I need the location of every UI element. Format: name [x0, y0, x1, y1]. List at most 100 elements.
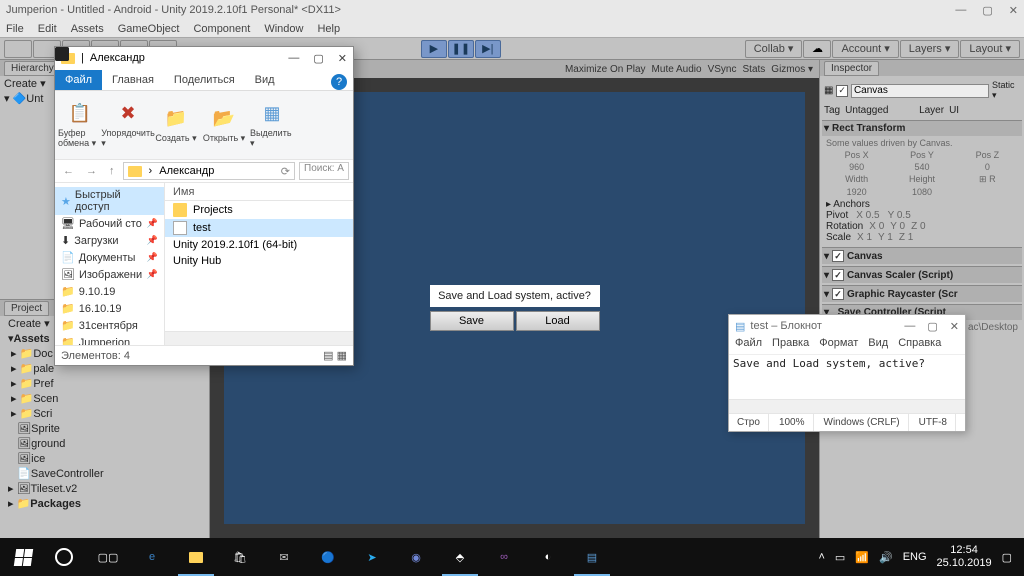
- minimize-icon[interactable]: —: [288, 52, 299, 65]
- minimize-icon[interactable]: —: [904, 320, 915, 333]
- minimize-icon[interactable]: —: [955, 4, 966, 17]
- hierarchy-create[interactable]: Create ▾: [4, 77, 46, 90]
- column-name[interactable]: Имя: [173, 186, 194, 198]
- sidebar-item[interactable]: 📁9.10.19: [55, 283, 164, 300]
- tray-chevron-icon[interactable]: ˄: [818, 551, 824, 563]
- sidebar-item[interactable]: ★Быстрый доступ: [55, 187, 164, 215]
- menu-file[interactable]: File: [6, 20, 24, 37]
- save-button[interactable]: Save: [430, 311, 514, 331]
- app-unity[interactable]: ⬘: [438, 538, 482, 576]
- sidebar-item[interactable]: 📁31сентября: [55, 317, 164, 334]
- wifi-icon[interactable]: 📶: [855, 551, 869, 564]
- project-item[interactable]: ice: [31, 453, 45, 465]
- notepad-titlebar[interactable]: ▤test – Блокнот —▢✕: [729, 315, 965, 337]
- assets-folder[interactable]: Assets: [14, 333, 50, 345]
- sidebar-item[interactable]: 📁Jumperion: [55, 334, 164, 345]
- tab-view[interactable]: Вид: [245, 70, 285, 90]
- menu-window[interactable]: Window: [264, 20, 303, 37]
- menu-edit[interactable]: Edit: [38, 20, 57, 37]
- project-item[interactable]: SaveController: [31, 468, 104, 480]
- sidebar-item[interactable]: 🖥Рабочий сто📌: [55, 215, 164, 232]
- close-icon[interactable]: ✕: [338, 52, 347, 65]
- search-icon[interactable]: [42, 538, 86, 576]
- rect-transform-title[interactable]: Rect Transform: [832, 123, 905, 134]
- project-item[interactable]: Doc: [33, 348, 53, 360]
- step-button[interactable]: ▶|: [475, 40, 501, 58]
- ribbon-button[interactable]: ✖Упорядочить ▾: [105, 95, 151, 155]
- load-button[interactable]: Load: [516, 311, 600, 331]
- menu-format[interactable]: Формат: [819, 337, 858, 354]
- static-dropdown[interactable]: Static ▾: [992, 80, 1020, 101]
- app-notepad[interactable]: ▤: [570, 538, 614, 576]
- packages-folder[interactable]: Packages: [30, 498, 81, 510]
- volume-icon[interactable]: 🔊: [879, 551, 893, 564]
- app-visualstudio[interactable]: ∞: [482, 538, 526, 576]
- help-icon[interactable]: ?: [331, 74, 347, 90]
- taskview-icon[interactable]: ▢▢: [86, 538, 130, 576]
- menu-assets[interactable]: Assets: [71, 20, 104, 37]
- menu-view[interactable]: Вид: [868, 337, 888, 354]
- anchors[interactable]: Anchors: [833, 199, 870, 210]
- hierarchy-tab[interactable]: Hierarchy: [4, 61, 61, 76]
- menu-help[interactable]: Справка: [898, 337, 941, 354]
- menu-gameobject[interactable]: GameObject: [118, 20, 180, 37]
- view-icons[interactable]: ▤ ▦: [323, 349, 347, 362]
- project-item[interactable]: ground: [31, 438, 65, 450]
- file-item[interactable]: test: [165, 219, 353, 237]
- layout-dropdown[interactable]: Layout ▾: [960, 40, 1020, 58]
- app-github[interactable]: ◐: [526, 538, 570, 576]
- project-item[interactable]: pale: [33, 363, 54, 375]
- text-area[interactable]: Save and Load system, active?: [729, 355, 965, 399]
- app-chrome[interactable]: 🔵: [306, 538, 350, 576]
- menu-component[interactable]: Component: [193, 20, 250, 37]
- project-create[interactable]: Create ▾: [8, 317, 50, 330]
- file-item[interactable]: Unity 2019.2.10f1 (64-bit): [165, 237, 353, 253]
- app-mail[interactable]: ✉: [262, 538, 306, 576]
- project-item[interactable]: Tileset.v2: [31, 483, 78, 495]
- menu-file[interactable]: Файл: [735, 337, 762, 354]
- ribbon-button[interactable]: 📂Открыть ▾: [201, 95, 247, 155]
- vsync[interactable]: VSync: [708, 64, 737, 75]
- cloud-icon[interactable]: ☁: [803, 40, 831, 58]
- scrollbar[interactable]: [729, 399, 965, 413]
- hand-tool[interactable]: [4, 40, 32, 58]
- layer-dropdown[interactable]: UI: [947, 105, 1020, 116]
- close-icon[interactable]: ✕: [950, 320, 959, 333]
- back-icon[interactable]: ←: [59, 165, 78, 177]
- hierarchy-scene[interactable]: Unt: [26, 93, 43, 105]
- maximize-icon[interactable]: ▢: [927, 320, 937, 333]
- clock[interactable]: 12:5425.10.2019: [937, 544, 992, 570]
- project-item[interactable]: Scri: [33, 408, 52, 420]
- app-telegram[interactable]: ➤: [350, 538, 394, 576]
- app-explorer[interactable]: [174, 538, 218, 576]
- app-discord[interactable]: ◉: [394, 538, 438, 576]
- pause-button[interactable]: ❚❚: [448, 40, 474, 58]
- project-item[interactable]: Pref: [33, 378, 53, 390]
- active-checkbox[interactable]: ✓: [836, 85, 848, 97]
- search-input[interactable]: Поиск: А: [299, 162, 349, 180]
- tab-home[interactable]: Главная: [102, 70, 164, 90]
- tab-file[interactable]: Файл: [55, 70, 102, 90]
- sidebar-item[interactable]: ⬇Загрузки📌: [55, 232, 164, 249]
- app-store[interactable]: 🛍: [218, 538, 262, 576]
- project-tab[interactable]: Project: [4, 301, 49, 316]
- sidebar-item[interactable]: 📁16.10.19: [55, 300, 164, 317]
- layers-dropdown[interactable]: Layers ▾: [900, 40, 960, 58]
- project-item[interactable]: Scen: [33, 393, 58, 405]
- sidebar-item[interactable]: 🖼Изображени📌: [55, 266, 164, 283]
- inspector-tab[interactable]: Inspector: [824, 61, 879, 76]
- maximize-on-play[interactable]: Maximize On Play: [565, 64, 646, 75]
- scrollbar[interactable]: [165, 331, 353, 345]
- collab-dropdown[interactable]: Collab ▾: [745, 40, 803, 58]
- maximize-icon[interactable]: ▢: [982, 4, 992, 17]
- canvas-comp[interactable]: Canvas: [847, 251, 883, 262]
- stats[interactable]: Stats: [743, 64, 766, 75]
- app-edge[interactable]: e: [130, 538, 174, 576]
- explorer-titlebar[interactable]: |Александр — ▢ ✕: [55, 47, 353, 69]
- breadcrumb[interactable]: › Александр⟳: [123, 162, 296, 180]
- up-icon[interactable]: ↑: [105, 165, 119, 177]
- ribbon-button[interactable]: ▦Выделить ▾: [249, 95, 295, 155]
- project-item[interactable]: Sprite: [31, 423, 60, 435]
- tag-dropdown[interactable]: Untagged: [843, 105, 916, 116]
- start-button[interactable]: [4, 538, 42, 576]
